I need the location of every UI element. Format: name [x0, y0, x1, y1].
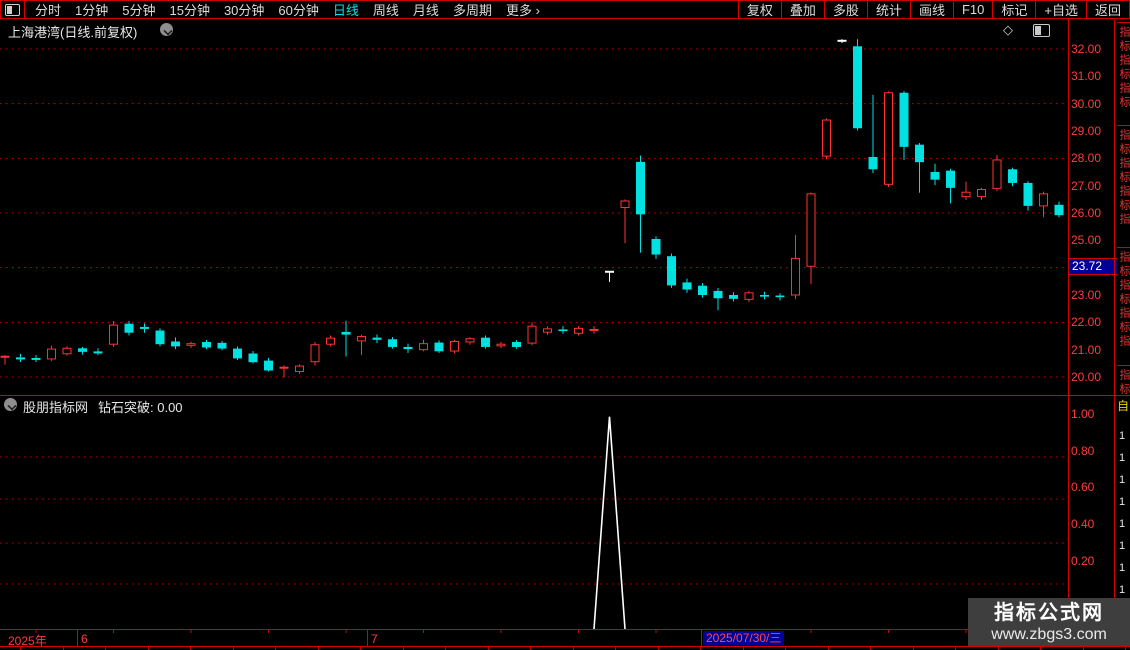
indicator-axis-label: 1.00: [1071, 407, 1095, 421]
strip-section-link[interactable]: 指标指标指标: [1117, 22, 1130, 127]
strip-section-link[interactable]: 指标: [1117, 365, 1130, 397]
indicator-axis-label: 0.20: [1071, 554, 1095, 568]
strip-digit: 1: [1119, 496, 1126, 508]
strip-digit: 1: [1119, 540, 1126, 552]
price-axis-label: 30.00: [1071, 96, 1102, 111]
indicator-spike: [593, 416, 626, 630]
price-axis-label: 22.00: [1071, 315, 1102, 330]
strip-digit: 1: [1119, 452, 1126, 464]
price-axis-label: 27.00: [1071, 178, 1102, 193]
price-axis-label: 26.00: [1071, 205, 1102, 220]
strip-digit: 1: [1119, 474, 1126, 486]
strip-section-link[interactable]: 指标指标指标指: [1117, 247, 1130, 367]
watermark: 指标公式网 www.zbgs3.com: [968, 598, 1130, 646]
chevron-down-icon[interactable]: [4, 398, 17, 411]
price-axis-label: 32.00: [1071, 42, 1102, 56]
current-price-tag: 23.72: [1069, 258, 1117, 275]
indicator-value-label: 钻石突破: 0.00: [98, 400, 183, 415]
app-window: 分时 1分钟 5分钟 15分钟 30分钟 60分钟 日线 周线 月线 多周期 更多 › 复权 叠加 多股…: [0, 0, 1130, 650]
candles-group: [0, 39, 1064, 378]
indicator-axis-label: 0.60: [1071, 480, 1095, 494]
price-axis-label: 20.00: [1071, 369, 1102, 384]
watermark-title: 指标公式网: [994, 601, 1104, 624]
month-label-july: 7: [371, 632, 378, 646]
strip-digit: 1: [1119, 584, 1126, 596]
date-tag: 2025/07/30/三: [703, 631, 785, 645]
candlestick-chart[interactable]: [0, 0, 1130, 650]
indicator-axis-label: 0.40: [1071, 517, 1095, 531]
indicator-source-label: 股朋指标网: [23, 400, 89, 415]
frame-lines: [0, 19, 1130, 629]
strip-digit: 1: [1119, 562, 1126, 574]
strip-digit: 1: [1119, 430, 1126, 442]
price-axis-label: 28.00: [1071, 151, 1102, 166]
price-axis-label: 23.00: [1071, 287, 1102, 302]
price-axis-label: 25.00: [1071, 233, 1102, 248]
strip-section-link[interactable]: 指标指标指标指: [1117, 125, 1130, 249]
watermark-url: www.zbgs3.com: [991, 625, 1107, 643]
price-axis-label: 31.00: [1071, 69, 1102, 84]
sidebar-strip[interactable]: 指标指标指标 指标指标指标指 指标指标指标指 指标自 1 1 1 1 1 1 1 1: [1114, 20, 1130, 598]
price-axis-label: 21.00: [1071, 342, 1102, 357]
indicator-axis-label: 0.80: [1071, 444, 1095, 458]
price-axis-label: 29.00: [1071, 123, 1102, 138]
month-label-june: 6: [81, 632, 88, 646]
strip-digit: 1: [1119, 518, 1126, 530]
strip-highlight-char[interactable]: 自: [1117, 397, 1129, 414]
date-axis-bar: 2025年 6 7 2025/07/30/三: [0, 629, 1130, 648]
